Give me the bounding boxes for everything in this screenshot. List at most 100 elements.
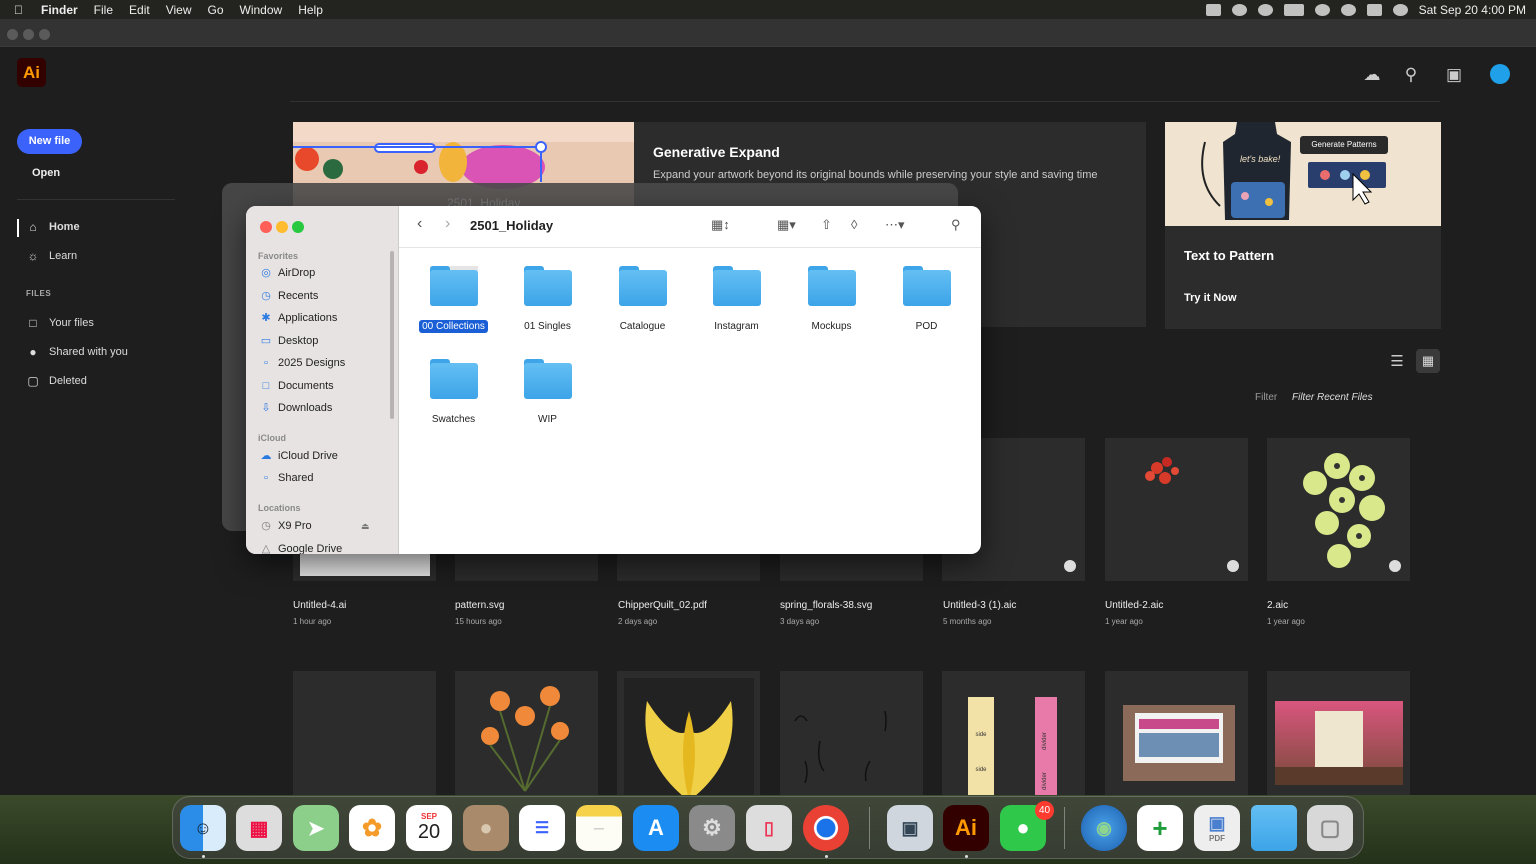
close-button[interactable] [7,29,18,40]
view-mode-icon[interactable]: ▦↕ [711,217,730,233]
file-thumbnail[interactable] [293,671,436,795]
dock-contacts[interactable]: ● [463,805,509,851]
file-thumbnail[interactable] [780,671,923,795]
dock-system-settings[interactable]: ⚙ [689,805,735,851]
sidebar-item-applications[interactable]: ✱ Applications [260,312,337,324]
text-to-pattern-card[interactable]: let's bake! Generate Patterns Text to Pa… [1165,122,1441,329]
apple-icon[interactable]:  [0,3,33,17]
wifi-icon[interactable] [1314,3,1330,16]
play-icon[interactable] [1257,3,1273,16]
dock-pdf[interactable]: ▣ PDF [1194,805,1240,851]
file-thumbnail[interactable] [455,671,598,795]
filter-input[interactable]: Filter Recent Files [1292,392,1373,403]
file-time: 3 days ago [780,617,820,626]
eject-icon[interactable]: ⏏ [361,521,370,532]
dock-globe[interactable]: ◉ [1081,805,1127,851]
menu-view[interactable]: View [158,3,200,17]
sidebar-scrollbar[interactable] [390,251,394,419]
zoom-button[interactable] [39,29,50,40]
forward-button[interactable]: › [445,215,450,233]
sidebar-item-x9-pro[interactable]: ◷ X9 Pro [260,520,311,532]
sidebar-item-recents[interactable]: ◷ Recents [260,290,318,302]
sidebar-item-documents[interactable]: □ Documents [260,380,334,392]
dock-illustrator[interactable]: Ai [943,805,989,851]
dock-reminders[interactable]: ☰ [519,805,565,851]
open-button[interactable]: Open [32,167,60,179]
file-thumbnail[interactable] [1267,438,1410,581]
sidebar-item-shared[interactable]: ▫ Shared [260,472,313,484]
try-it-now-link[interactable]: Try it Now [1184,292,1237,304]
sidebar-item-desktop[interactable]: ▭ Desktop [260,335,319,347]
folder-item[interactable]: Catalogue [595,266,690,334]
dock-photos[interactable]: ✿ [349,805,395,851]
cloud-icon[interactable]: ☁ [1362,65,1382,85]
grid-view-icon[interactable]: ▦ [1416,349,1440,373]
people-icon: ● [29,345,37,359]
dock-maps[interactable]: ➤ [293,805,339,851]
dock-chrome[interactable] [803,805,849,851]
folder-item[interactable]: POD [879,266,974,334]
dock-numbers[interactable]: + [1137,805,1183,851]
file-thumbnail[interactable]: side side top divider divider [942,671,1085,795]
new-file-button[interactable]: New file [17,129,82,154]
siri-icon[interactable] [1392,3,1408,16]
dock-trash[interactable]: ▢ [1307,805,1353,851]
nav-learn[interactable]: ☼ Learn [26,249,78,263]
dock-preview[interactable]: ▣ [887,805,933,851]
share-icon[interactable]: ⇧ [821,217,832,233]
sidebar-item-icloud-drive[interactable]: ☁ iCloud Drive [260,450,338,462]
gift-icon[interactable]: ▣ [1444,65,1464,85]
pdf-file-icon: ▣ [1208,813,1226,833]
search-icon[interactable]: ⚲ [951,217,961,233]
more-actions-icon[interactable]: ⋯▾ [885,217,905,233]
avatar[interactable] [1490,64,1510,84]
sidebar-item-downloads[interactable]: ⇩ Downloads [260,402,332,414]
creative-cloud-icon[interactable] [1231,3,1247,16]
file-thumbnail[interactable] [1267,671,1410,795]
zoom-button[interactable] [292,221,304,233]
battery-icon[interactable] [1283,3,1304,16]
sidebar-item-airdrop[interactable]: ◎ AirDrop [260,267,315,279]
dock-folder[interactable] [1251,805,1297,851]
spotlight-icon[interactable] [1340,3,1356,16]
menu-go[interactable]: Go [200,3,232,17]
close-button[interactable] [260,221,272,233]
list-view-icon[interactable]: ☰ [1387,352,1407,372]
nav-home[interactable]: ⌂ Home [26,220,79,234]
sidebar-item-2025-designs[interactable]: ▫ 2025 Designs [260,357,345,369]
folder-item[interactable]: Swatches [406,359,501,427]
sidebar-item-google-drive[interactable]: △ Google Drive [260,543,342,554]
menu-finder[interactable]: Finder [33,3,86,17]
nav-your-files[interactable]: □ Your files [26,316,93,330]
clock-display[interactable]: Sat Sep 20 4:00 PM [1419,3,1526,17]
nav-shared-with-you[interactable]: ● Shared with you [26,345,128,359]
nav-deleted[interactable]: ▢ Deleted [26,374,87,388]
dock-app-store[interactable]: A [633,805,679,851]
minimize-button[interactable] [276,221,288,233]
search-icon[interactable]: ⚲ [1401,65,1421,85]
minimize-button[interactable] [23,29,34,40]
dock-iphone-mirroring[interactable]: ▯ [746,805,792,851]
group-by-icon[interactable]: ▦▾ [777,217,796,233]
folder-item[interactable]: WIP [500,359,595,427]
status-app-icon[interactable] [1205,3,1221,16]
dock-launchpad[interactable]: ▦ [236,805,282,851]
file-thumbnail[interactable] [617,671,760,795]
folder-item[interactable]: 01 Singles [500,266,595,334]
control-center-icon[interactable] [1366,3,1382,16]
folder-item[interactable]: Mockups [784,266,879,334]
menu-window[interactable]: Window [232,3,291,17]
file-thumbnail[interactable] [1105,438,1248,581]
dock-finder[interactable]: ☺ [180,805,226,851]
file-thumbnail[interactable] [1105,671,1248,795]
tag-icon[interactable]: ◊ [851,217,857,232]
folder-icon [523,266,572,306]
dock-calendar[interactable]: SEP 20 [406,805,452,851]
folder-item[interactable]: Instagram [689,266,784,334]
dock-notes[interactable]: ─ [576,805,622,851]
menu-help[interactable]: Help [290,3,331,17]
menu-file[interactable]: File [86,3,121,17]
back-button[interactable]: ‹ [417,215,422,233]
menu-edit[interactable]: Edit [121,3,158,17]
folder-item[interactable]: 00 Collections [406,266,501,334]
